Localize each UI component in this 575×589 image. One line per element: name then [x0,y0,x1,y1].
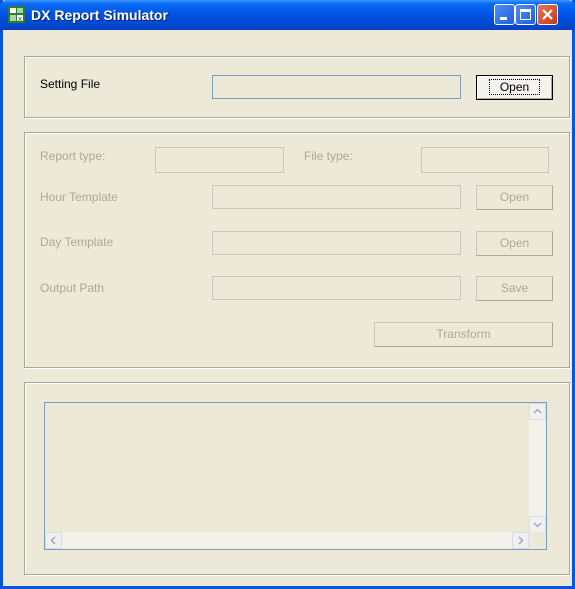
close-button[interactable] [537,4,558,25]
main-window: x DX Report Simulator Setting File Open … [0,0,575,589]
chevron-right-icon [518,536,524,545]
maximize-button[interactable] [515,4,536,25]
minimize-button[interactable] [494,4,515,25]
title-bar[interactable]: x DX Report Simulator [0,0,575,30]
day-template-open-button[interactable]: Open [476,231,553,256]
scroll-left-button[interactable] [45,532,62,549]
hour-template-field[interactable] [212,185,461,209]
report-options-group: Report type: File type: Hour Template Op… [24,132,570,368]
setting-open-label: Open [488,79,541,95]
day-template-field[interactable] [212,231,461,255]
output-path-label: Output Path [40,281,105,295]
horizontal-scrollbar[interactable] [45,532,529,549]
hour-template-open-button[interactable]: Open [476,185,553,210]
output-path-field[interactable] [212,276,461,300]
scroll-right-button[interactable] [512,532,529,549]
transform-button[interactable]: Transform [374,322,553,347]
setting-file-label: Setting File [40,77,101,91]
setting-open-button[interactable]: Open [476,75,553,100]
minimize-icon [500,17,507,20]
hour-template-label: Hour Template [40,190,118,204]
app-icon: x [8,6,25,23]
maximize-icon [520,9,531,20]
scroll-up-button[interactable] [529,403,546,420]
vertical-scrollbar[interactable] [529,403,546,533]
scroll-down-button[interactable] [529,516,546,533]
scrollbar-corner [529,532,546,549]
save-button[interactable]: Save [476,276,553,301]
close-icon [542,9,553,20]
setting-file-field[interactable] [212,75,461,99]
svg-text:x: x [18,15,22,23]
chevron-left-icon [50,536,56,545]
setting-file-group: Setting File Open [24,56,570,118]
report-type-label: Report type: [40,149,106,163]
file-type-field[interactable] [421,147,549,173]
window-title: DX Report Simulator [31,7,168,23]
log-textarea[interactable] [44,402,547,550]
chevron-down-icon [533,522,542,528]
day-template-label: Day Template [40,235,114,249]
chevron-up-icon [533,408,542,414]
report-type-field[interactable] [155,147,284,173]
file-type-label: File type: [304,149,353,163]
